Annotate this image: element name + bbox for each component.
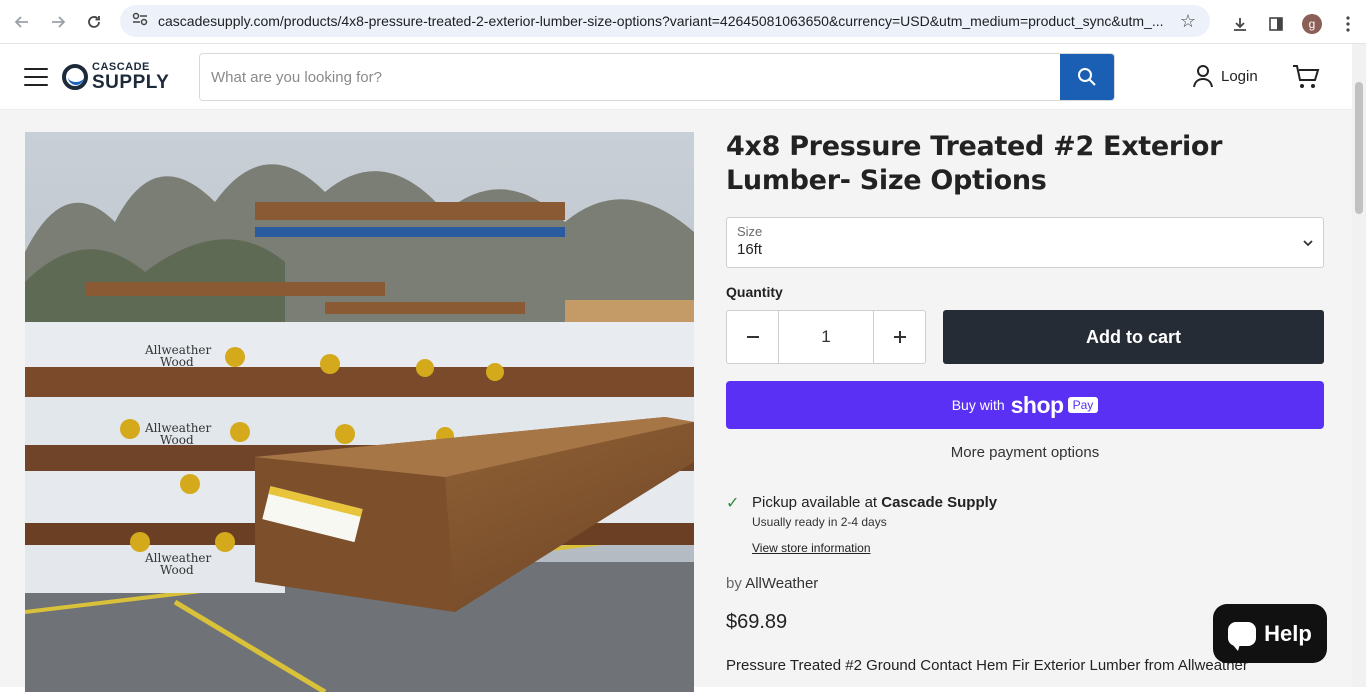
size-label: Size <box>737 224 763 239</box>
forward-arrow-icon[interactable] <box>40 4 76 40</box>
site-header: CASCADE SUPPLY Login <box>0 44 1352 110</box>
product-info: 4x8 Pressure Treated #2 Exterior Lumber-… <box>726 130 1324 674</box>
logo-mark-icon <box>62 64 88 90</box>
pickup-line: Pickup available at Cascade Supply <box>752 494 997 511</box>
size-value: 16ft <box>737 241 763 258</box>
search-input[interactable] <box>200 54 1061 100</box>
chat-bubble-icon <box>1228 621 1257 651</box>
pickup-ready-time: Usually ready in 2-4 days <box>752 515 887 529</box>
bookmark-star-icon[interactable]: ☆ <box>1180 11 1196 32</box>
checkmark-icon: ✓ <box>726 495 740 512</box>
scrollbar-thumb[interactable] <box>1355 82 1363 214</box>
search-button[interactable] <box>1060 54 1114 100</box>
shop-pay-logo: shop <box>1010 391 1064 418</box>
browser-menu-icon[interactable] <box>1330 6 1366 42</box>
help-chat-button[interactable]: Help <box>1213 604 1327 663</box>
site-settings-icon[interactable] <box>132 12 148 31</box>
back-arrow-icon[interactable] <box>4 4 40 40</box>
product-page: Allweather Wood Allweather Wood Allweather… <box>0 110 1352 692</box>
search-icon <box>1078 68 1096 86</box>
minus-icon <box>746 336 759 338</box>
pickup-availability: ✓ Pickup available at Cascade Supply Usu… <box>726 494 1324 529</box>
more-payment-options-link[interactable]: More payment options <box>726 444 1324 461</box>
shop-pay-button[interactable]: Buy with shop Pay <box>726 381 1324 429</box>
shop-pay-buy-text: Buy with <box>951 397 1005 413</box>
quantity-stepper: 1 <box>726 310 926 364</box>
side-panel-icon[interactable] <box>1258 6 1294 42</box>
add-to-cart-button[interactable]: Add to cart <box>943 310 1324 364</box>
login-link[interactable]: Login <box>1192 64 1258 88</box>
reload-icon[interactable] <box>76 4 112 40</box>
page-scrollbar[interactable] <box>1352 44 1366 687</box>
product-image[interactable]: Allweather Wood Allweather Wood Allweather… <box>25 132 694 692</box>
profile-avatar[interactable]: g <box>1294 6 1330 42</box>
url-text[interactable]: cascadesupply.com/products/4x8-pressure-… <box>158 13 1168 29</box>
vendor-link[interactable]: AllWeather <box>745 575 818 592</box>
product-title: 4x8 Pressure Treated #2 Exterior Lumber-… <box>726 131 1223 196</box>
login-label: Login <box>1221 67 1258 85</box>
download-icon[interactable] <box>1222 6 1258 42</box>
svg-text:Wood: Wood <box>160 355 194 369</box>
quantity-input[interactable]: 1 <box>778 311 874 363</box>
plus-icon <box>893 331 906 343</box>
view-store-information-link[interactable]: View store information <box>752 541 1324 555</box>
svg-text:Wood: Wood <box>160 563 194 577</box>
pickup-text: Pickup available at <box>752 494 878 511</box>
chevron-down-icon <box>1303 236 1313 250</box>
user-icon <box>1193 65 1213 88</box>
browser-toolbar: cascadesupply.com/products/4x8-pressure-… <box>0 0 1366 44</box>
shop-pay-badge: Pay <box>1067 397 1099 413</box>
help-label: Help <box>1264 620 1312 646</box>
address-bar[interactable]: cascadesupply.com/products/4x8-pressure-… <box>120 5 1210 37</box>
avatar: g <box>1302 14 1322 34</box>
quantity-label: Quantity <box>726 284 783 300</box>
quantity-increase-button[interactable] <box>874 311 925 363</box>
hamburger-menu-icon[interactable] <box>24 68 48 86</box>
vendor-line: by AllWeather <box>726 575 1324 592</box>
svg-text:Wood: Wood <box>160 433 194 447</box>
vendor-prefix: by <box>726 575 742 592</box>
search-bar <box>199 53 1115 101</box>
quantity-decrease-button[interactable] <box>727 311 778 363</box>
site-logo[interactable]: CASCADE SUPPLY <box>62 62 169 92</box>
pickup-store: Cascade Supply <box>881 494 998 511</box>
logo-bottom-text: SUPPLY <box>92 72 170 93</box>
size-select[interactable]: Size 16ft <box>726 217 1324 268</box>
cart-icon[interactable] <box>1292 64 1320 95</box>
